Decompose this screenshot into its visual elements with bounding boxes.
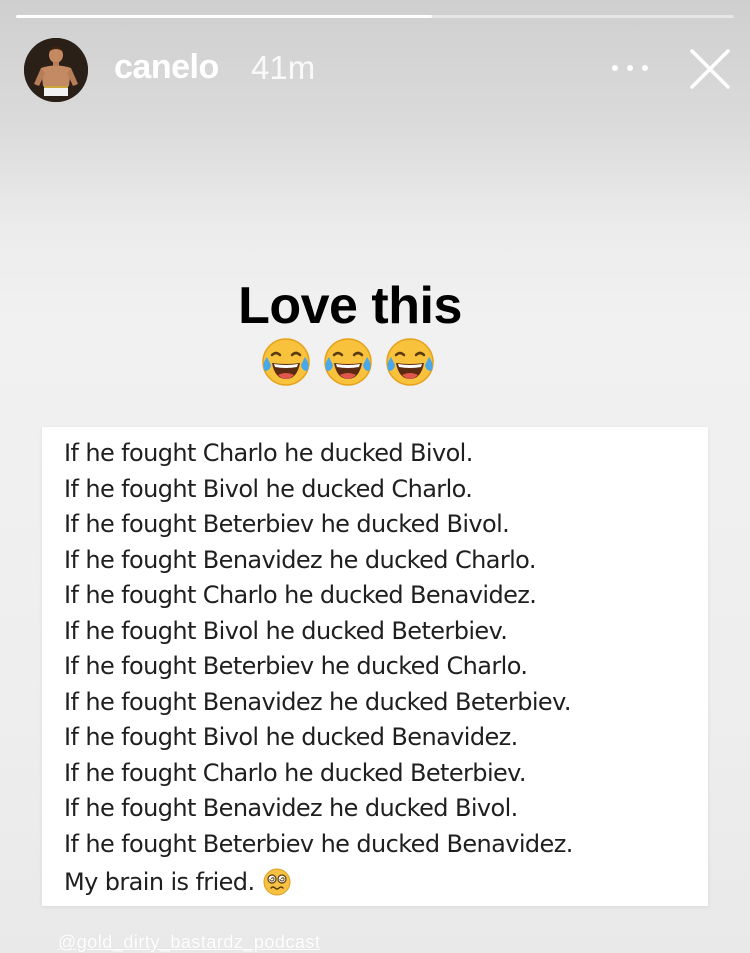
post-line: If he fought Bivol he ducked Beterbiev. bbox=[64, 616, 508, 645]
post-final-line: My brain is fried. bbox=[64, 867, 292, 897]
post-line: If he fought Beterbiev he ducked Charlo. bbox=[64, 652, 528, 680]
laughing-emoji-icon bbox=[324, 338, 372, 386]
post-line: If he fought Beterbiev he ducked Benavid… bbox=[64, 829, 573, 858]
close-icon[interactable] bbox=[686, 45, 734, 93]
laughing-emoji-icon bbox=[262, 338, 310, 386]
post-line: If he fought Benavidez he ducked Bivol. bbox=[64, 794, 518, 822]
post-line: If he fought Beterbiev he ducked Bivol. bbox=[64, 510, 510, 538]
story-progress-fill bbox=[16, 15, 433, 18]
post-line: If he fought Charlo he ducked Benavidez. bbox=[64, 581, 537, 609]
story-progress-bar bbox=[16, 15, 734, 18]
post-final-text: My brain is fried. bbox=[64, 868, 255, 896]
source-watermark: @gold_dirty_bastardz_podcast bbox=[58, 932, 321, 952]
post-line: If he fought Bivol he ducked Charlo. bbox=[64, 474, 473, 503]
avatar[interactable] bbox=[24, 38, 88, 102]
laughing-emoji-icon bbox=[386, 338, 434, 386]
post-lines: If he fought Charlo he ducked Bivol. If … bbox=[64, 436, 573, 862]
story-caption: Love this bbox=[238, 277, 462, 335]
post-line: If he fought Bivol he ducked Benavidez. bbox=[64, 723, 518, 751]
dizzy-face-icon bbox=[263, 868, 291, 896]
more-dot bbox=[612, 65, 618, 71]
more-dot bbox=[627, 65, 633, 71]
emoji-row bbox=[259, 335, 437, 389]
shared-post-card[interactable]: If he fought Charlo he ducked Bivol. If … bbox=[42, 427, 708, 906]
username[interactable]: canelo bbox=[114, 48, 219, 87]
timestamp: 41m bbox=[251, 49, 316, 86]
post-line: If he fought Charlo he ducked Bivol. bbox=[64, 439, 473, 467]
more-options-icon[interactable] bbox=[612, 58, 648, 78]
more-dot bbox=[642, 65, 648, 71]
post-line: If he fought Charlo he ducked Beterbiev. bbox=[64, 758, 527, 787]
post-line: If he fought Benavidez he ducked Charlo. bbox=[64, 545, 536, 574]
post-line: If he fought Benavidez he ducked Beterbi… bbox=[64, 687, 571, 716]
